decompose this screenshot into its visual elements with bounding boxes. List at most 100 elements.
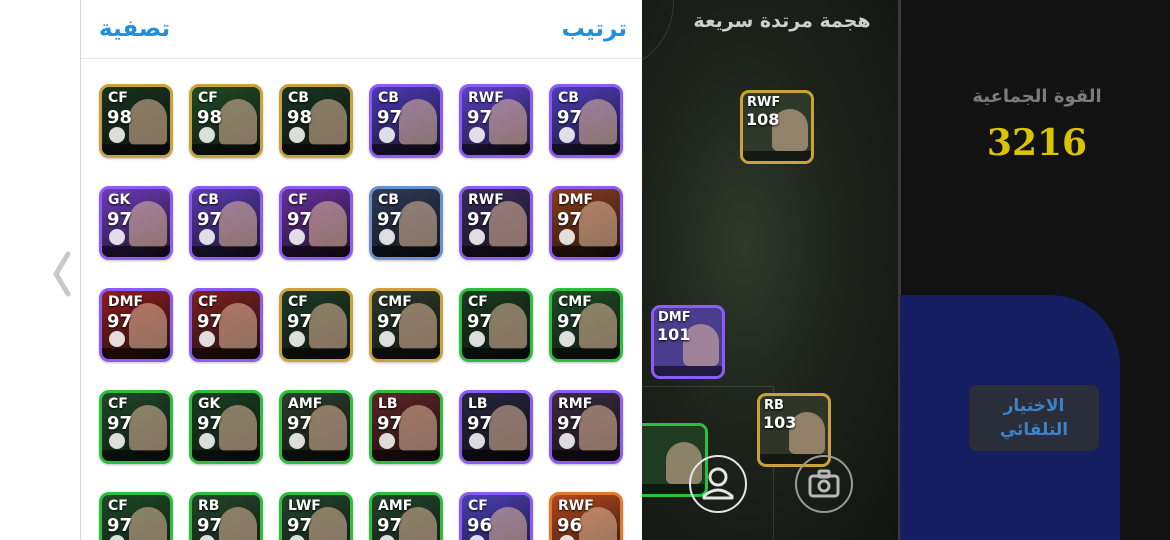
player-card[interactable]: CMF 97 — [369, 288, 443, 362]
pitch-player-card[interactable]: RWF 108 — [740, 90, 814, 164]
player-rating: 98 — [107, 107, 133, 128]
player-position: CB — [558, 90, 579, 106]
card-strip — [552, 246, 620, 257]
auto-select-label-line1: الاختيار — [1003, 396, 1065, 416]
player-rating: 97 — [557, 413, 583, 434]
auto-select-button[interactable]: الاختيار التلقائي — [969, 385, 1099, 451]
player-rating: 103 — [763, 413, 797, 432]
player-rating: 97 — [557, 209, 583, 230]
left-gutter — [0, 0, 80, 540]
player-card[interactable]: LWF 97 — [279, 492, 353, 540]
club-badge-icon — [199, 433, 215, 449]
club-badge-icon — [109, 433, 125, 449]
player-rating: 97 — [197, 413, 223, 434]
player-rating: 97 — [197, 209, 223, 230]
player-portrait — [399, 201, 437, 247]
player-card[interactable]: AMF 97 — [369, 492, 443, 540]
club-badge-icon — [469, 433, 485, 449]
player-card[interactable]: RWF 97 — [459, 84, 533, 158]
player-card[interactable]: CF 98 — [189, 84, 263, 158]
player-rating: 97 — [107, 209, 133, 230]
club-badge-icon — [289, 433, 305, 449]
player-rating: 97 — [107, 413, 133, 434]
player-rating: 97 — [377, 515, 403, 536]
player-card[interactable]: CF 97 — [279, 186, 353, 260]
pitch-arc — [642, 0, 674, 72]
player-card[interactable]: CF 98 — [99, 84, 173, 158]
player-card[interactable]: CF 96 — [459, 492, 533, 540]
player-portrait — [219, 201, 257, 247]
player-card[interactable]: GK 97 — [99, 186, 173, 260]
player-card[interactable]: CB 97 — [549, 84, 623, 158]
club-badge-icon — [109, 127, 125, 143]
player-position: CB — [288, 90, 309, 106]
player-card[interactable]: DMF 97 — [99, 288, 173, 362]
player-card[interactable]: DMF 97 — [549, 186, 623, 260]
player-position: LB — [378, 396, 398, 412]
player-card[interactable]: LB 97 — [459, 390, 533, 464]
player-selection-panel: تصفية ترتيب CF 98 CF 98 CB 98 CB 97 RWF 97 CB 97 GK 9… — [80, 0, 643, 540]
player-position: RMF — [558, 396, 593, 412]
club-badge-icon — [469, 127, 485, 143]
player-rating: 108 — [746, 110, 780, 129]
club-badge-icon — [109, 331, 125, 347]
player-position: CB — [378, 90, 399, 106]
pitch-player-card[interactable]: DMF 101 — [651, 305, 725, 379]
filter-button[interactable]: تصفية — [99, 16, 170, 42]
player-position: LWF — [288, 498, 321, 514]
player-position: CF — [198, 90, 218, 106]
player-position: AMF — [378, 498, 413, 514]
player-rating: 97 — [377, 107, 403, 128]
panel-header: تصفية ترتيب — [81, 0, 643, 59]
club-badge-icon — [379, 433, 395, 449]
club-badge-icon — [559, 433, 575, 449]
club-badge-icon — [559, 229, 575, 245]
player-card[interactable]: LB 97 — [369, 390, 443, 464]
camera-button[interactable] — [795, 455, 853, 513]
team-strength-label: القوة الجماعية — [972, 86, 1102, 107]
player-portrait — [399, 99, 437, 145]
sort-button[interactable]: ترتيب — [562, 16, 627, 42]
player-card[interactable]: CF 97 — [99, 390, 173, 464]
player-card[interactable]: RWF 96 — [549, 492, 623, 540]
card-strip — [192, 348, 260, 359]
card-strip — [462, 144, 530, 155]
chevron-left-icon[interactable] — [48, 248, 76, 300]
player-portrait — [309, 99, 347, 145]
player-card[interactable]: CB 97 — [369, 186, 443, 260]
profile-button[interactable] — [689, 455, 747, 513]
card-strip — [372, 348, 440, 359]
player-card[interactable]: CB 97 — [369, 84, 443, 158]
card-strip — [462, 348, 530, 359]
person-icon — [702, 467, 734, 500]
player-card[interactable]: RB 97 — [189, 492, 263, 540]
player-rating: 97 — [197, 515, 223, 536]
player-card[interactable]: RMF 97 — [549, 390, 623, 464]
player-card[interactable]: CF 97 — [279, 288, 353, 362]
card-strip — [102, 450, 170, 461]
player-rating: 97 — [467, 107, 493, 128]
player-rating: 97 — [467, 413, 493, 434]
player-rating: 98 — [197, 107, 223, 128]
player-position: CF — [108, 498, 128, 514]
player-position: AMF — [288, 396, 323, 412]
player-rating: 97 — [377, 413, 403, 434]
player-card[interactable]: GK 97 — [189, 390, 263, 464]
card-strip — [552, 144, 620, 155]
player-card[interactable]: CB 98 — [279, 84, 353, 158]
player-card[interactable]: RWF 97 — [459, 186, 533, 260]
player-card[interactable]: AMF 97 — [279, 390, 353, 464]
club-badge-icon — [289, 127, 305, 143]
player-card[interactable]: CF 97 — [189, 288, 263, 362]
player-position: RWF — [558, 498, 594, 514]
player-rating: 97 — [107, 311, 133, 332]
player-card[interactable]: CF 97 — [459, 288, 533, 362]
player-portrait — [129, 99, 167, 145]
player-rating: 97 — [287, 413, 313, 434]
club-badge-icon — [289, 331, 305, 347]
player-card[interactable]: CF 97 — [99, 492, 173, 540]
player-card[interactable]: CMF 97 — [549, 288, 623, 362]
club-badge-icon — [559, 127, 575, 143]
player-card[interactable]: CB 97 — [189, 186, 263, 260]
club-badge-icon — [199, 229, 215, 245]
